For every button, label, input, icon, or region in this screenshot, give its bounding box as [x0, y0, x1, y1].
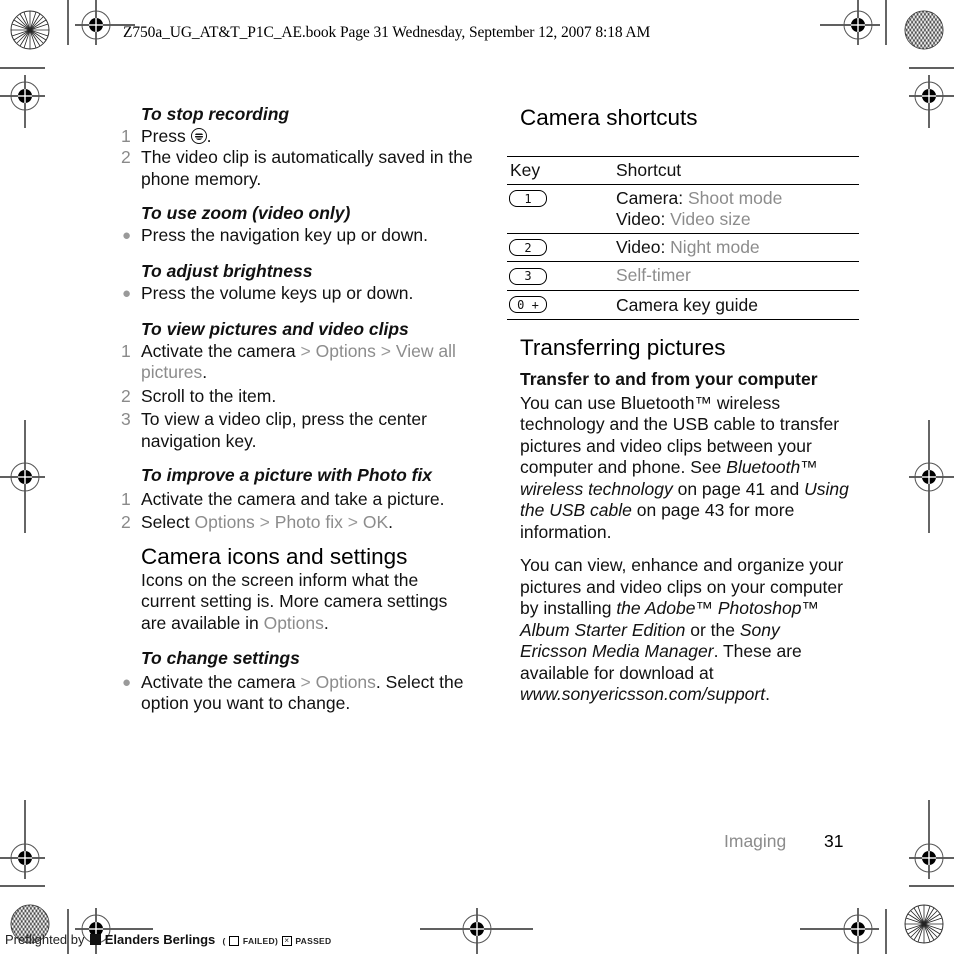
shortcuts-table: Key Shortcut 1 Camera: Shoot mode Video:… — [507, 156, 859, 320]
list-item: ● Activate the camera > Options. Select … — [118, 672, 478, 715]
menu-path-options: Options — [315, 340, 376, 361]
list-item: 2 The video clip is automatically saved … — [118, 147, 478, 190]
bullet-icon: ● — [122, 284, 132, 302]
key-3-icon: 3 — [509, 267, 547, 285]
setting-video-size: Video size — [670, 209, 751, 229]
footer-page-number: 31 — [824, 831, 844, 851]
table-row: 2 Video: Night mode — [507, 233, 859, 262]
column-header-shortcut: Shortcut — [616, 160, 682, 180]
setting-self-timer: Self-timer — [616, 265, 691, 285]
list-item: 3 To view a video clip, press the center… — [118, 409, 478, 452]
step-number: 2 — [121, 512, 131, 532]
menu-path-options: Options — [194, 512, 255, 532]
column-header-key: Key — [510, 160, 541, 180]
subheading-change-settings: To change settings — [141, 648, 300, 668]
heading-camera-icons-settings: Camera icons and settings — [141, 543, 408, 569]
step-number: 1 — [121, 340, 131, 361]
setting-shoot-mode: Shoot mode — [687, 187, 783, 208]
right-column: Camera shortcuts Key Shortcut 1 Camera: … — [507, 104, 862, 706]
heading-camera-shortcuts: Camera shortcuts — [520, 105, 698, 130]
moire-target-icon — [904, 10, 944, 50]
paragraph: You can use Bluetooth™ wireless technolo… — [520, 392, 849, 542]
paragraph: Icons on the screen inform what the curr… — [141, 569, 448, 633]
table-header-row: Key Shortcut — [507, 156, 859, 184]
list-item: 2 Select Options > Photo fix > OK. — [118, 512, 478, 534]
list-item: 1 Activate the camera > Options > View a… — [118, 341, 478, 384]
preflight-stamp: Preflighted by Elanders Berlings ( FAILE… — [5, 932, 332, 947]
footer-section-name: Imaging — [724, 831, 787, 851]
bullet-icon: ● — [122, 673, 132, 691]
support-url: www.sonyericsson.com/support — [520, 684, 766, 704]
menu-path-photo-fix: Photo fix — [274, 512, 343, 532]
paragraph: You can view, enhance and organize your … — [520, 555, 844, 704]
elanders-logo-icon — [90, 934, 102, 945]
table-row: 3 Self-timer — [507, 262, 859, 290]
star-target-icon — [10, 10, 50, 50]
subheading-zoom: To use zoom (video only) — [141, 203, 351, 223]
setting-night-mode: Night mode — [670, 236, 760, 257]
failed-checkbox — [229, 935, 240, 946]
passed-checkbox: × — [281, 935, 292, 946]
subheading-view-pictures: To view pictures and video clips — [141, 319, 409, 339]
menu-path-ok: OK — [362, 512, 389, 532]
key-0-plus-icon: 0 + — [509, 296, 547, 313]
step-number: 2 — [121, 385, 131, 406]
camera-key-icon — [190, 127, 207, 144]
subheading-stop-recording: To stop recording — [141, 104, 290, 124]
star-target-icon — [904, 904, 944, 944]
step-number: 2 — [121, 147, 131, 167]
key-1-icon: 1 — [509, 190, 547, 207]
table-row: 1 Camera: Shoot mode Video: Video size — [507, 184, 859, 233]
heading-transferring-pictures: Transferring pictures — [520, 335, 726, 360]
list-item: ● Press the navigation key up or down. — [118, 225, 478, 247]
step-number: 1 — [121, 125, 131, 146]
menu-path-options: Options — [263, 612, 324, 633]
menu-path-options: Options — [315, 671, 376, 692]
subheading-brightness: To adjust brightness — [141, 261, 313, 281]
step-number: 1 — [121, 488, 131, 509]
table-row: 0 + Camera key guide — [507, 290, 859, 320]
step-number: 3 — [121, 409, 131, 429]
list-item: ● Press the volume keys up or down. — [118, 283, 478, 305]
list-item: 2 Scroll to the item. — [118, 386, 478, 408]
list-item: 1 Press . — [118, 126, 478, 148]
left-column: To stop recording 1 Press . 2 The video … — [118, 104, 478, 715]
key-2-icon: 2 — [509, 239, 547, 256]
bullet-icon: ● — [122, 226, 132, 244]
subheading-photo-fix: To improve a picture with Photo fix — [141, 465, 433, 485]
subheading-transfer-computer: Transfer to and from your computer — [520, 369, 818, 389]
list-item: 1 Activate the camera and take a picture… — [118, 489, 478, 511]
